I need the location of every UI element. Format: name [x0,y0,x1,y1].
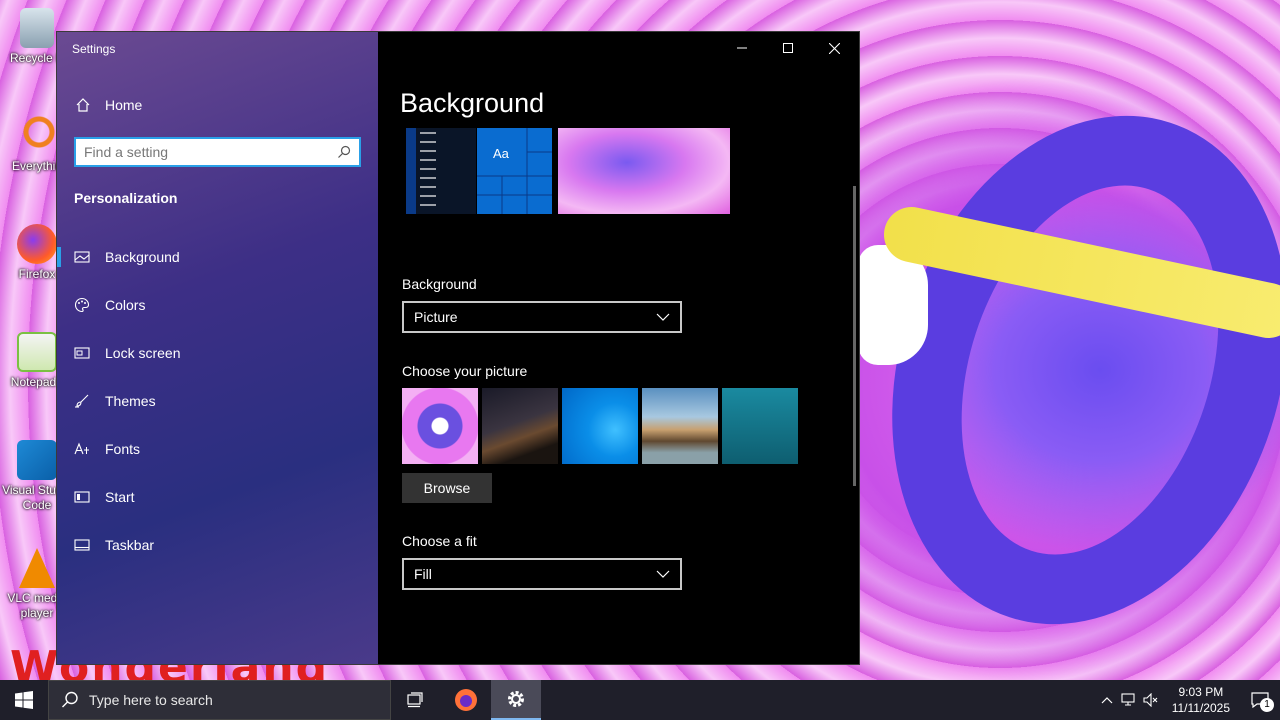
picture-thumbnails [402,388,798,464]
settings-search-input[interactable] [84,144,337,160]
picture-thumbnail-beach[interactable] [642,388,718,464]
home-icon [76,98,90,112]
sidebar-item-label: Colors [105,297,146,313]
sidebar-item-label: Themes [105,393,156,409]
network-icon [1121,693,1135,706]
preview-tile-grid-icon [477,128,552,214]
background-label: Background [402,276,477,292]
fit-dropdown-value: Fill [414,566,432,582]
picture-icon [74,251,90,263]
lock-screen-icon [74,347,90,359]
picture-thumbnail-windows[interactable] [562,388,638,464]
picture-thumbnail-night-sky[interactable] [482,388,558,464]
section-title: Personalization [74,190,178,206]
chevron-down-icon [656,313,670,321]
preview-tiles: Aa [477,128,552,214]
wallpaper-ring [828,64,1280,676]
sidebar-item-label: Taskbar [105,537,155,553]
gear-icon [508,691,524,707]
home-link[interactable]: Home [75,95,142,115]
volume-button[interactable] [1140,680,1162,720]
page-title: Background [400,88,545,118]
sidebar-item-label: Start [105,489,135,505]
start-button[interactable] [0,680,48,720]
preview-wallpaper [558,128,730,214]
windows-logo-icon [15,691,33,709]
maximize-button[interactable] [765,32,811,64]
preview-start-menu [406,128,476,214]
notepad-plus-plus-icon [17,332,57,372]
home-label: Home [105,97,143,113]
chevron-up-icon [1101,697,1113,704]
minimize-icon [737,47,747,49]
sidebar-item-lock-screen[interactable]: Lock screen [57,333,378,373]
system-tray: 9:03 PM 11/11/2025 1 [1096,680,1280,720]
choose-fit-label: Choose a fit [402,533,477,549]
sidebar-item-label: Lock screen [105,345,181,361]
clock-time: 9:03 PM [1178,685,1224,699]
main-content: Background Aa Background Picture Choose … [378,32,859,664]
chevron-down-icon [656,570,670,578]
selection-indicator [57,247,61,267]
firefox-icon [455,689,477,711]
browse-button[interactable]: Browse [402,473,492,503]
vscode-icon [17,440,57,480]
taskbar-icon [74,539,90,551]
search-icon [338,145,351,158]
taskbar-search-placeholder: Type here to search [89,692,213,708]
close-icon [828,42,840,54]
settings-search[interactable] [74,137,361,167]
taskbar-search[interactable]: Type here to search [48,680,391,720]
choose-picture-label: Choose your picture [402,363,528,379]
sidebar-item-label: Background [105,249,180,265]
close-button[interactable] [811,32,857,64]
taskbar: Type here to search 9:03 PM 11/11/2025 1 [0,680,1280,720]
notification-badge: 1 [1260,698,1274,712]
action-center-button[interactable]: 1 [1240,680,1280,720]
sidebar: Settings Home Personalization Background… [57,32,378,664]
scrollbar[interactable] [853,186,856,486]
window-title: Settings [72,42,116,56]
palette-icon [74,297,90,313]
sidebar-item-colors[interactable]: Colors [57,285,378,325]
clock-date: 11/11/2025 [1171,701,1230,715]
sidebar-item-background[interactable]: Background [57,237,378,277]
picture-thumbnail-wonderland[interactable] [402,388,478,464]
vlc-cone-icon [19,548,55,588]
preview-tile-label: Aa [493,146,509,161]
sidebar-item-label: Fonts [105,441,141,457]
fit-dropdown[interactable]: Fill [402,558,682,590]
recycle-bin-icon [20,8,54,48]
task-view-button[interactable] [391,680,441,720]
sidebar-item-fonts[interactable]: Fonts [57,429,378,469]
background-dropdown[interactable]: Picture [402,301,682,333]
brush-icon [75,394,89,408]
background-dropdown-value: Picture [414,309,458,325]
sidebar-item-taskbar[interactable]: Taskbar [57,525,378,565]
sidebar-item-start[interactable]: Start [57,477,378,517]
maximize-icon [783,43,793,53]
preview-list-icon [406,128,436,214]
task-view-icon [407,692,423,708]
theme-preview: Aa [400,128,730,214]
search-icon [62,691,78,708]
taskbar-settings[interactable] [491,680,541,720]
show-hidden-icons-button[interactable] [1096,680,1118,720]
magnifier-app-icon [17,116,57,156]
minimize-button[interactable] [719,32,765,64]
clock[interactable]: 9:03 PM 11/11/2025 [1162,684,1240,716]
sidebar-item-themes[interactable]: Themes [57,381,378,421]
taskbar-firefox[interactable] [441,680,491,720]
font-icon [74,442,89,455]
settings-window: Settings Home Personalization Background… [57,32,859,664]
start-icon [74,491,90,503]
network-button[interactable] [1118,680,1140,720]
picture-thumbnail-underwater[interactable] [722,388,798,464]
firefox-icon [17,224,57,264]
volume-muted-icon [1143,693,1158,707]
